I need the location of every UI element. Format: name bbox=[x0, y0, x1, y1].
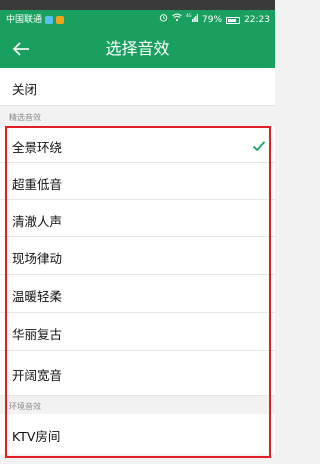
app-notification-icon bbox=[45, 16, 54, 24]
effect-label: 开阔宽音 bbox=[12, 368, 63, 383]
section-title: 精选音效 bbox=[9, 113, 41, 122]
effect-item-6[interactable]: 开阔宽音 bbox=[0, 351, 275, 396]
section-title: 环境音效 bbox=[9, 402, 41, 411]
battery-level bbox=[228, 18, 237, 22]
clock-time: 22:23 bbox=[244, 15, 270, 25]
section-header-ambient: 环境音效 bbox=[0, 396, 275, 414]
effect-item-5[interactable]: 华丽复古 bbox=[0, 313, 275, 351]
check-icon bbox=[252, 137, 266, 156]
effect-label: 清澈人声 bbox=[12, 214, 63, 229]
photo-notification-icon bbox=[56, 16, 65, 24]
effect-label: 超重低音 bbox=[12, 177, 63, 192]
effect-label: 温暖轻柔 bbox=[12, 289, 63, 304]
status-right: 4G 79% 22:23 bbox=[159, 10, 270, 30]
top-edge bbox=[0, 0, 275, 10]
effect-item-1[interactable]: 超重低音 bbox=[0, 163, 275, 200]
section-header-featured: 精选音效 bbox=[0, 106, 275, 126]
wifi-icon bbox=[172, 10, 182, 30]
effect-label: 全景环绕 bbox=[12, 140, 63, 155]
carrier-label: 中国联通 bbox=[6, 15, 43, 25]
status-bar: 中国联通 4G 79% 22:23 bbox=[0, 10, 275, 30]
status-left: 中国联通 bbox=[6, 10, 65, 30]
effect-item-ktv[interactable]: KTV房间 bbox=[0, 414, 275, 454]
effect-label: 华丽复古 bbox=[12, 327, 63, 342]
page-title: 选择音效 bbox=[105, 39, 170, 58]
option-label: 关闭 bbox=[12, 82, 38, 97]
battery-percent: 79% bbox=[202, 15, 223, 25]
svg-text:4G: 4G bbox=[186, 13, 192, 18]
battery-icon bbox=[226, 16, 241, 24]
alarm-icon bbox=[159, 10, 168, 30]
effect-item-3[interactable]: 现场律动 bbox=[0, 237, 275, 275]
signal-icon: 4G bbox=[186, 10, 199, 30]
effect-item-0[interactable]: 全景环绕 bbox=[0, 126, 275, 163]
effect-item-2[interactable]: 清澈人声 bbox=[0, 200, 275, 237]
option-off[interactable]: 关闭 bbox=[0, 68, 275, 106]
effect-label: KTV房间 bbox=[12, 429, 61, 444]
effect-item-4[interactable]: 温暖轻柔 bbox=[0, 275, 275, 313]
effect-label: 现场律动 bbox=[12, 251, 63, 266]
top-navigation-bar: 选择音效 bbox=[0, 30, 275, 68]
